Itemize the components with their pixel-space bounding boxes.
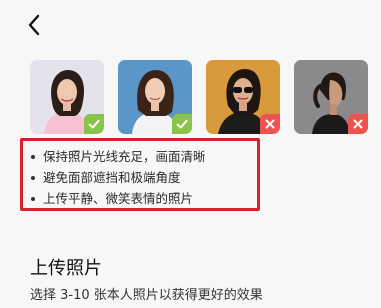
tip-item: 保持照片光线充足，画面清晰: [31, 146, 257, 167]
check-icon: [176, 119, 188, 129]
upload-section-description: 选择 3-10 张本人照片以获得更好的效果: [30, 288, 263, 303]
tip-item: 避免面部遮挡和极端角度: [31, 167, 257, 188]
rejected-badge: [348, 114, 368, 134]
upload-section-title: 上传照片: [30, 258, 102, 279]
close-icon: [353, 119, 363, 129]
photo-tips-list: 保持照片光线充足，画面清晰 避免面部遮挡和极端角度 上传平静、微笑表情的照片: [20, 138, 260, 211]
back-button[interactable]: [22, 12, 48, 38]
sample-photo-bad-1: [206, 60, 280, 134]
tip-item: 上传平静、微笑表情的照片: [31, 188, 257, 209]
bullet-icon: [31, 154, 35, 159]
chevron-left-icon: [28, 14, 40, 36]
bullet-icon: [31, 196, 35, 201]
approved-badge: [172, 114, 192, 134]
sample-photo-good-1: [30, 60, 104, 134]
check-icon: [88, 119, 100, 129]
approved-badge: [84, 114, 104, 134]
sample-photo-bad-2: [294, 60, 368, 134]
rejected-badge: [260, 114, 280, 134]
sample-photos: [30, 60, 368, 134]
sample-photo-good-2: [118, 60, 192, 134]
close-icon: [265, 119, 275, 129]
bullet-icon: [31, 175, 35, 180]
